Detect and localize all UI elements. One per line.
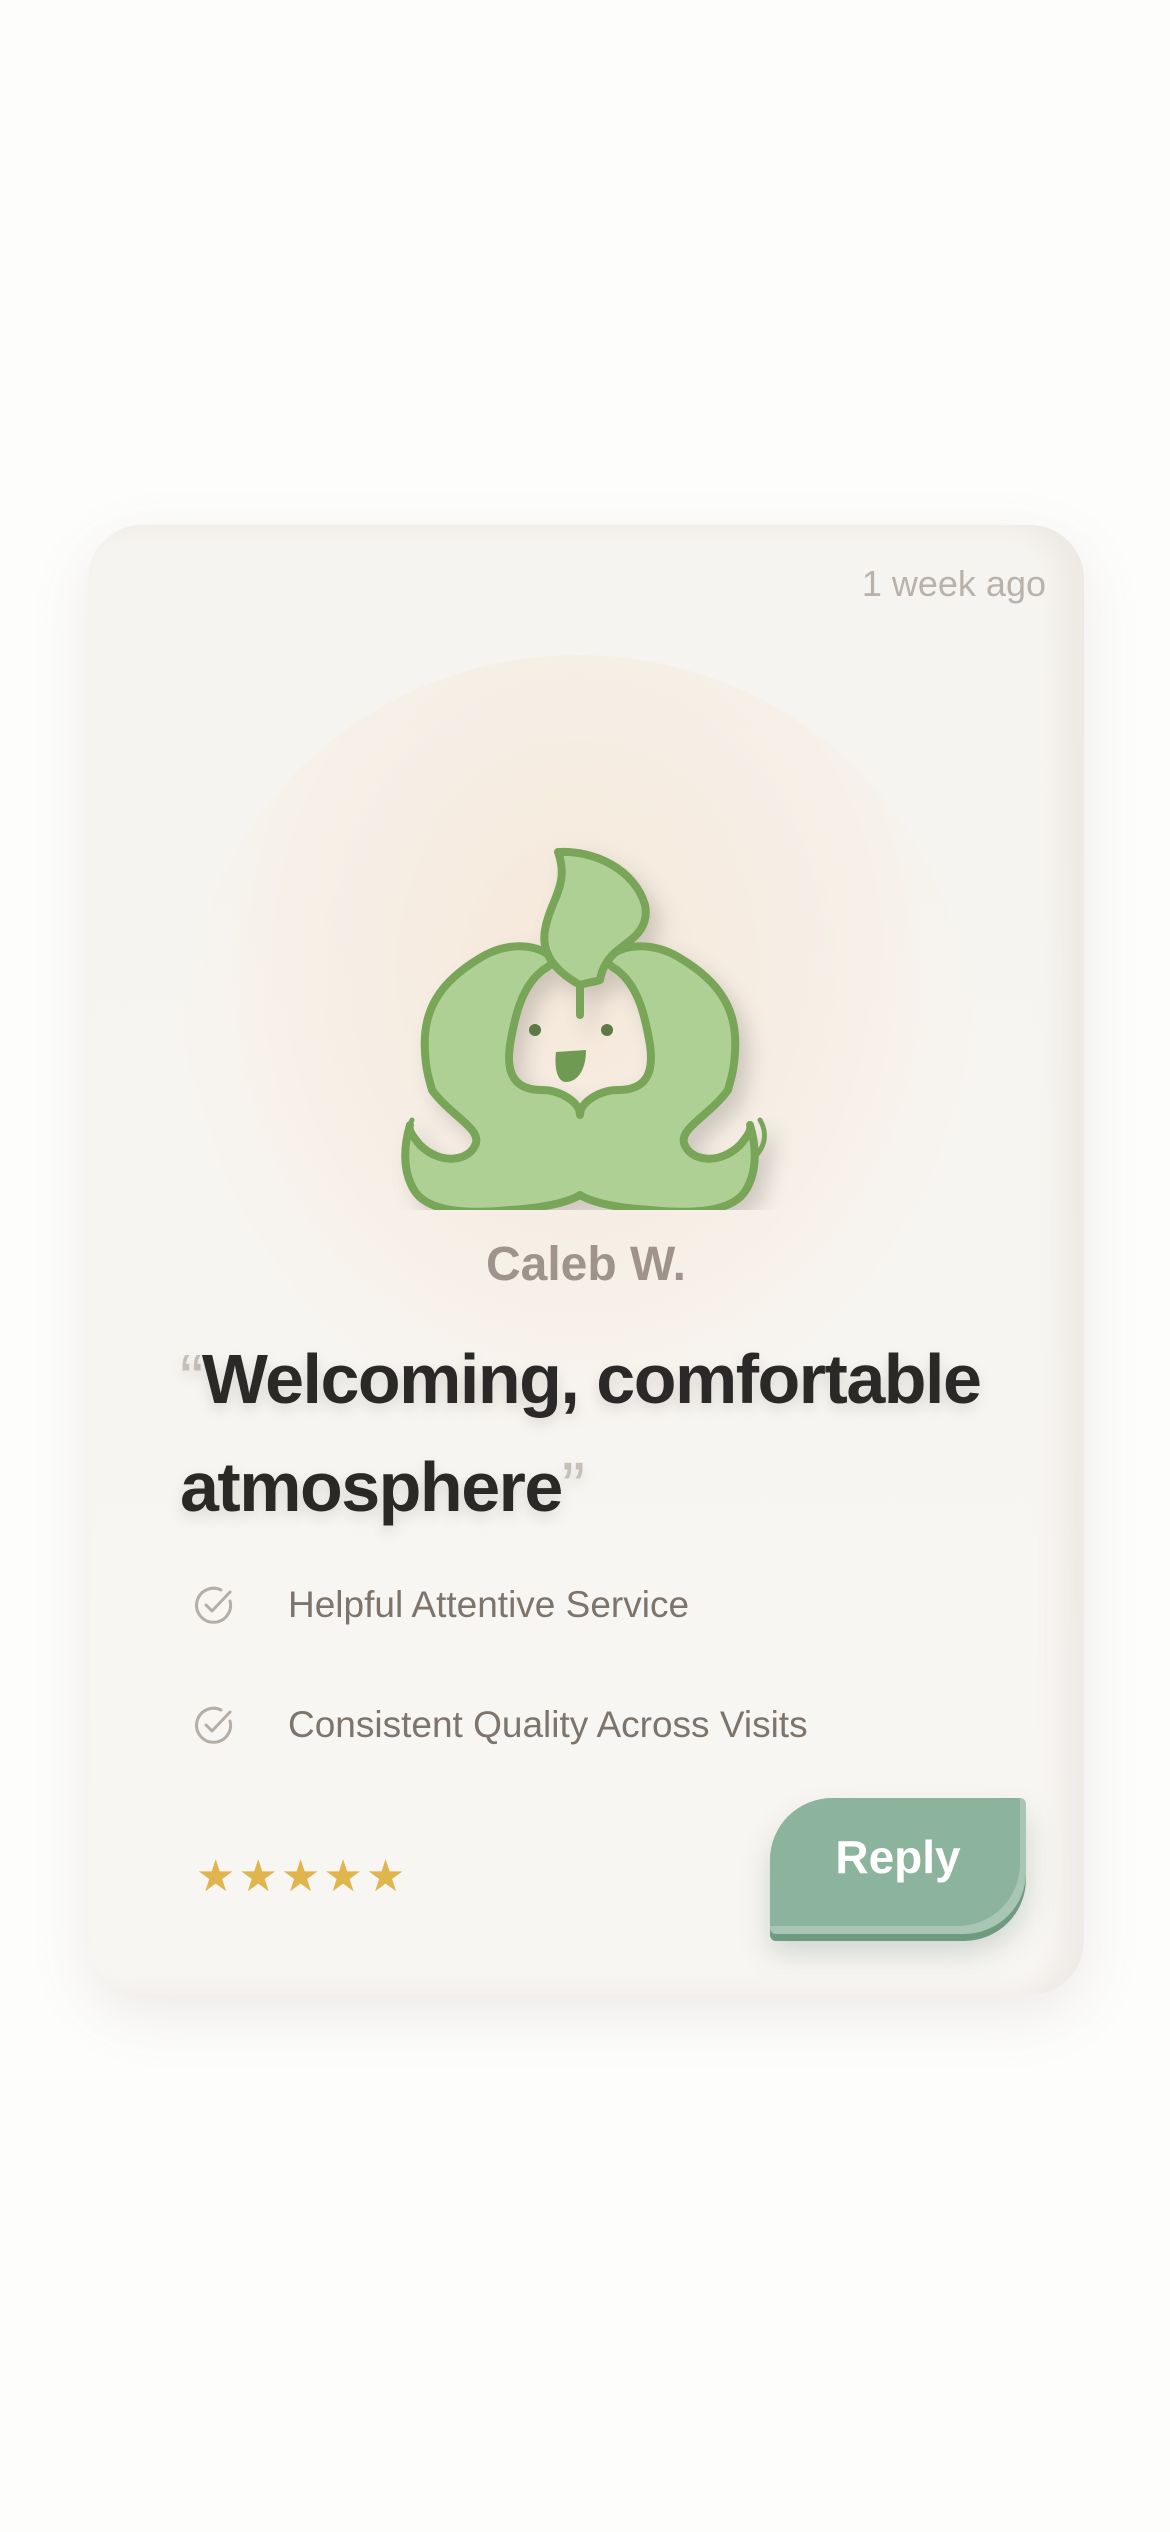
reviewer-name: Caleb W. — [485, 1238, 687, 1291]
star-icon: ★ — [323, 1852, 363, 1901]
star-icon: ★ — [196, 1852, 236, 1901]
star-icon: ★ — [238, 1852, 278, 1901]
feature-item: Helpful Attentive Service — [192, 1575, 808, 1635]
star-rating: ★ ★ ★ ★ ★ — [196, 1855, 408, 1899]
feature-label: Helpful Attentive Service — [288, 1584, 690, 1625]
star-icon: ★ — [280, 1852, 321, 1901]
review-quote: “Welcoming, comfortable atmosphere” — [180, 1325, 1020, 1541]
feature-label: Consistent Quality Across Visits — [288, 1704, 808, 1745]
feature-list: Helpful Attentive Service Consistent Qua… — [192, 1575, 808, 1815]
open-quote-mark: “ — [180, 1340, 203, 1418]
check-circle-icon — [195, 1586, 233, 1624]
feature-item: Consistent Quality Across Visits — [192, 1695, 808, 1755]
star-icon: ★ — [365, 1852, 406, 1901]
close-quote-mark: ” — [561, 1448, 585, 1526]
leaf-mascot-avatar — [401, 847, 767, 1210]
reply-button[interactable]: Reply — [770, 1798, 1026, 1934]
review-timestamp: 1 week ago — [861, 563, 1046, 604]
check-circle-icon — [195, 1706, 233, 1744]
review-card: 1 week ago Caleb W. “Welcoming, comforta… — [88, 525, 1084, 1995]
